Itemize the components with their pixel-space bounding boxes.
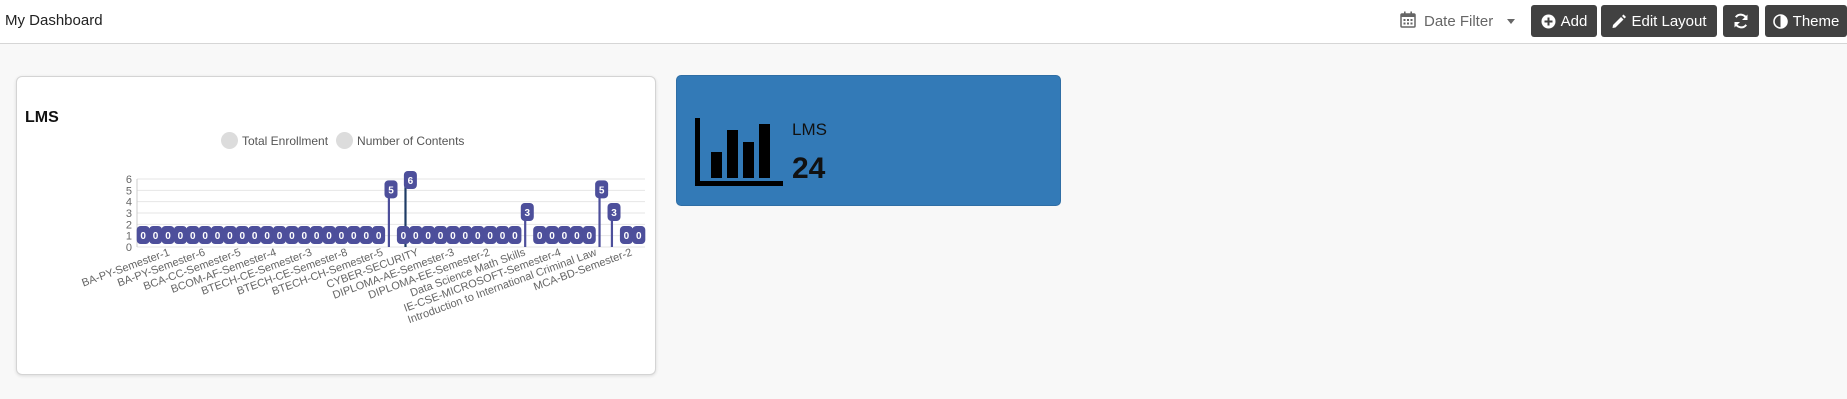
data-label: 0 — [512, 231, 518, 242]
data-label: 0 — [413, 231, 419, 242]
top-bar: My Dashboard Date Filter Add Edit Layout — [0, 0, 1847, 44]
chart-bar — [598, 190, 601, 247]
data-label: 0 — [425, 231, 431, 242]
lms-stat-card[interactable]: LMS 24 — [676, 75, 1061, 206]
data-label: 0 — [264, 231, 270, 242]
data-label: 0 — [153, 231, 159, 242]
data-label: 0 — [339, 231, 345, 242]
data-label: 6 — [408, 176, 414, 187]
data-label: 0 — [351, 231, 357, 242]
data-label: 0 — [227, 231, 233, 242]
data-label: 5 — [388, 185, 394, 196]
data-label: 0 — [202, 231, 208, 242]
data-label: 0 — [475, 231, 481, 242]
refresh-icon — [1733, 13, 1749, 29]
data-label: 0 — [240, 231, 246, 242]
data-label: 0 — [574, 231, 580, 242]
data-label: 0 — [562, 231, 568, 242]
add-button[interactable]: Add — [1531, 5, 1597, 37]
data-label: 0 — [438, 231, 444, 242]
data-label: 0 — [376, 231, 382, 242]
half-circle-icon — [1772, 13, 1788, 29]
data-label: 3 — [525, 208, 531, 219]
caret-down-icon — [1507, 18, 1516, 24]
y-tick-label: 2 — [126, 219, 132, 231]
data-label: 0 — [190, 231, 196, 242]
data-label: 0 — [314, 231, 320, 242]
date-filter-label: Date Filter — [1424, 12, 1494, 30]
data-label: 0 — [326, 231, 332, 242]
y-tick-label: 6 — [126, 174, 132, 186]
calendar-icon — [1400, 11, 1416, 32]
lms-chart-card: LMS Total Enrollment Number of Contents … — [16, 76, 656, 375]
edit-layout-button[interactable]: Edit Layout — [1601, 5, 1717, 37]
theme-button-label: Theme — [1792, 12, 1840, 30]
data-label: 3 — [611, 208, 617, 219]
data-label: 0 — [289, 231, 295, 242]
data-label: 0 — [165, 231, 171, 242]
bar-chart-icon — [695, 118, 783, 191]
add-button-label: Add — [1560, 12, 1588, 30]
stat-value: 24 — [792, 152, 826, 185]
data-label: 5 — [599, 185, 605, 196]
data-label: 0 — [624, 231, 630, 242]
lms-bar-chart: 01234560 0 0 0 0 0 0 0 0 0 0 0 0 0 0 0 0 0 0 05060 0 0 0 0 0 0 0 03… — [80, 171, 646, 326]
stat-label: LMS — [792, 120, 827, 139]
data-label: 0 — [401, 231, 407, 242]
y-tick-label: 4 — [126, 197, 132, 209]
page-title: My Dashboard — [5, 12, 103, 29]
data-label: 0 — [450, 231, 456, 242]
y-tick-label: 0 — [126, 242, 132, 254]
data-label: 0 — [363, 231, 369, 242]
refresh-button[interactable] — [1723, 5, 1759, 37]
data-label: 0 — [463, 231, 469, 242]
data-label: 0 — [301, 231, 307, 242]
date-filter-dropdown[interactable]: Date Filter — [1400, 9, 1516, 33]
data-label: 0 — [586, 231, 592, 242]
data-label: 0 — [636, 231, 642, 242]
data-label: 0 — [215, 231, 221, 242]
plus-circle-icon — [1541, 14, 1556, 29]
theme-button[interactable]: Theme — [1765, 5, 1847, 37]
data-label: 0 — [140, 231, 146, 242]
data-label: 0 — [537, 231, 543, 242]
data-label: 0 — [252, 231, 258, 242]
data-label: 0 — [487, 231, 493, 242]
y-tick-label: 3 — [126, 208, 132, 220]
data-label: 0 — [277, 231, 283, 242]
chart-bar — [387, 190, 390, 247]
y-tick-label: 5 — [126, 185, 132, 197]
data-label: 0 — [500, 231, 506, 242]
edit-layout-button-label: Edit Layout — [1631, 12, 1707, 30]
data-label: 0 — [549, 231, 555, 242]
y-tick-label: 1 — [126, 231, 132, 243]
data-label: 0 — [178, 231, 184, 242]
pencil-icon — [1611, 14, 1627, 29]
